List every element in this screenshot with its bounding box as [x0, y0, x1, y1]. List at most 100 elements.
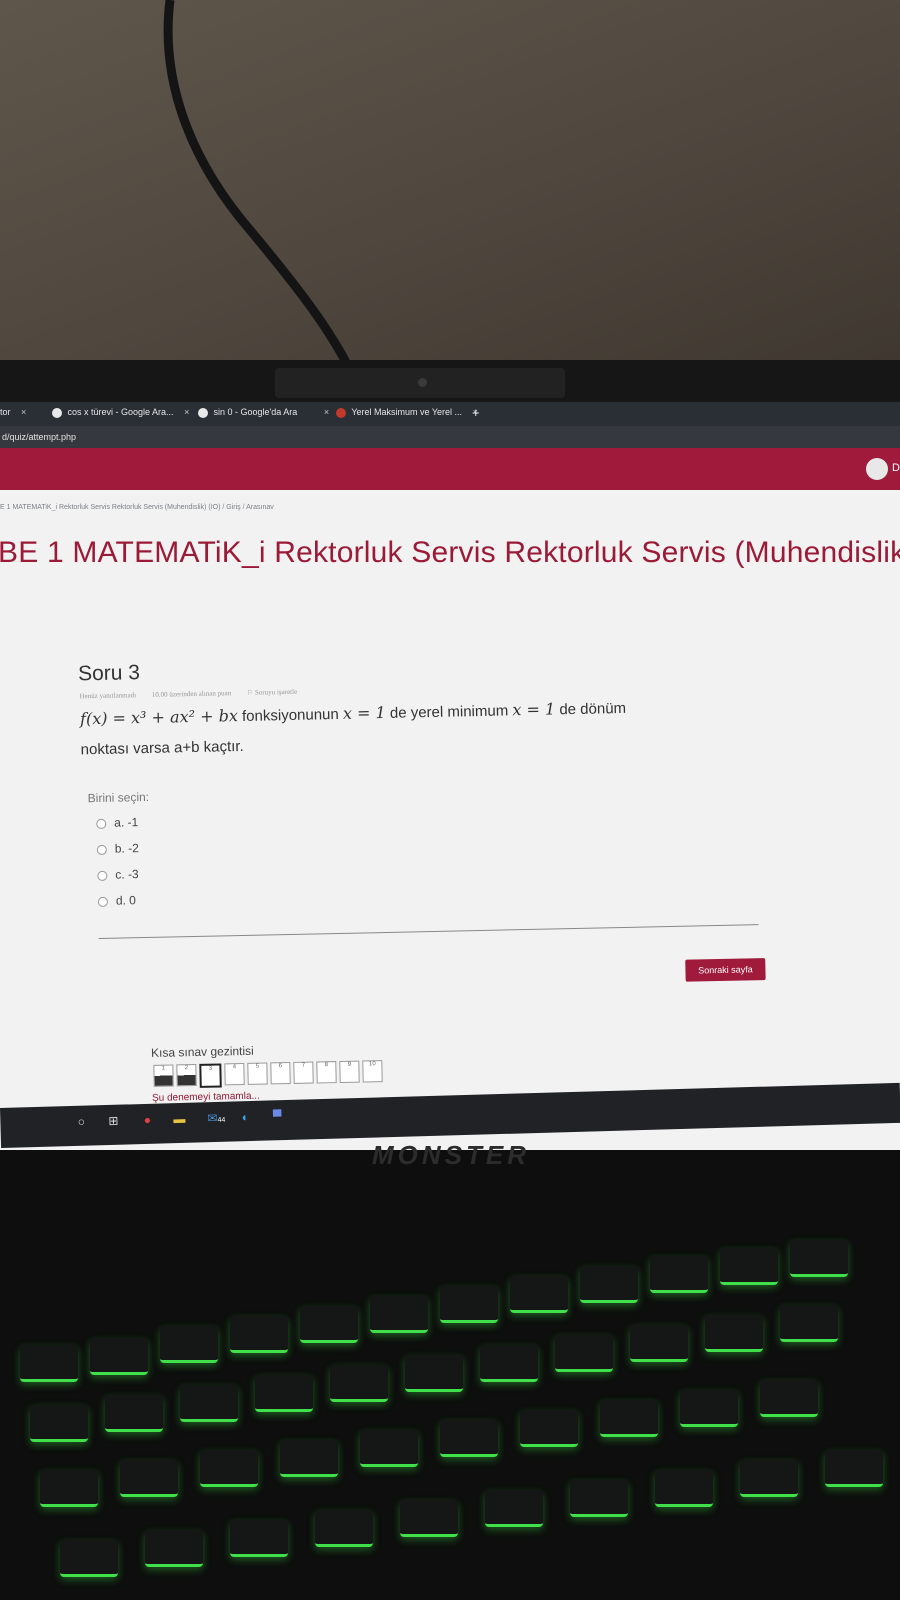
keyboard-key — [680, 1390, 738, 1427]
quiz-nav-button[interactable]: 8 — [316, 1061, 337, 1084]
question-function: f(x) = x³ + ax² + bx — [79, 706, 239, 729]
keyboard-key — [105, 1395, 163, 1432]
keyboard-key — [570, 1480, 628, 1517]
quiz-nav-button[interactable]: 10 — [362, 1060, 383, 1083]
keyboard-key — [655, 1470, 713, 1507]
quiz-content: Soru 3 Henüz yanıtlanmadı 10.00 üzerinde… — [0, 603, 900, 1162]
radio-button[interactable] — [97, 870, 108, 881]
keyboard-key — [370, 1296, 428, 1333]
question-text: f(x) = x³ + ax² + bx fonksiyonunun x = 1… — [80, 691, 741, 766]
keyboard-key — [790, 1240, 848, 1277]
search-icon[interactable]: ○ — [74, 1115, 88, 1129]
user-avatar[interactable] — [866, 458, 888, 480]
quiz-nav-button[interactable]: 3 — [199, 1063, 222, 1088]
keyboard-key — [315, 1510, 373, 1547]
keyboard-key — [400, 1500, 458, 1537]
keyboard-key — [30, 1405, 88, 1442]
keyboard-key — [440, 1420, 498, 1457]
keyboard-key — [230, 1316, 288, 1353]
site-favicon-icon — [336, 407, 346, 418]
keyboard-key — [120, 1460, 178, 1497]
keyboard-key — [650, 1256, 708, 1293]
quiz-navigation-title: Kısa sınav gezintisi — [150, 1043, 254, 1060]
address-bar[interactable]: d/quiz/attempt.php — [0, 426, 900, 448]
keyboard-key — [330, 1365, 388, 1402]
keyboard-key — [20, 1345, 78, 1382]
mail-badge: 44 — [217, 1116, 226, 1124]
task-view-icon[interactable]: ⊞ — [106, 1114, 120, 1128]
question-text-line: noktası varsa a+b kaçtır. — [80, 737, 244, 759]
question-title: Soru 3 — [77, 661, 141, 686]
opera-icon[interactable]: ● — [140, 1113, 154, 1127]
keyboard-key — [230, 1520, 288, 1557]
option-label: b. -2 — [114, 841, 139, 856]
divider — [98, 924, 759, 940]
radio-button[interactable] — [96, 818, 107, 829]
tab-label: tor — [0, 407, 11, 417]
google-icon — [52, 407, 62, 418]
answer-option[interactable]: a. -1 — [96, 815, 138, 830]
breadcrumb-course[interactable]: E 1 MATEMATiK_i Rektorluk Servis Rektorl… — [0, 504, 220, 511]
answer-option[interactable]: c. -3 — [97, 867, 139, 882]
folder-icon[interactable]: ▬ — [172, 1112, 186, 1126]
question-text-part: de yerel minimum — [389, 702, 509, 722]
quiz-navigation: 1 2 3 4 5 6 7 8 9 10 — [153, 1060, 385, 1089]
browser-tab[interactable]: sin 0 - Google'da Ara × — [198, 407, 329, 418]
question-condition: x = 1 — [342, 702, 386, 723]
breadcrumb-separator: / — [222, 504, 225, 511]
question-text-part: de dönüm — [559, 699, 627, 719]
quiz-nav-button[interactable]: 4 — [224, 1062, 245, 1086]
keyboard-key — [255, 1375, 313, 1412]
keyboard-key — [705, 1315, 763, 1352]
question-status: Henüz yanıtlanmadı — [79, 691, 137, 701]
keyboard-key — [480, 1345, 538, 1382]
tab-label: sin 0 - Google'da Ara — [213, 407, 298, 417]
keyboard-key — [740, 1460, 798, 1497]
radio-button[interactable] — [96, 844, 107, 855]
quiz-nav-button[interactable]: 1 — [153, 1064, 174, 1087]
keyboard-key — [720, 1248, 778, 1285]
answer-option[interactable]: b. -2 — [96, 841, 139, 856]
mail-icon[interactable]: ✉44 — [206, 1111, 226, 1126]
breadcrumb-home[interactable]: Giriş — [226, 504, 240, 511]
keyboard-key — [60, 1540, 118, 1577]
webcam-icon — [418, 378, 427, 387]
radio-button[interactable] — [97, 896, 108, 907]
answer-option[interactable]: d. 0 — [97, 893, 137, 908]
tab-close-icon[interactable]: × — [324, 407, 329, 417]
keyboard-key — [555, 1335, 613, 1372]
breadcrumb-section[interactable]: Arasınav — [246, 504, 274, 511]
cable — [163, 0, 355, 373]
tab-close-icon[interactable]: × — [184, 407, 189, 417]
quiz-nav-button[interactable]: 5 — [247, 1062, 268, 1085]
browser-tab[interactable]: Yerel Maksimum ve Yerel ... × — [336, 407, 478, 418]
keyboard-key — [145, 1530, 203, 1567]
keyboard-key — [760, 1380, 818, 1417]
tab-label: Yerel Maksimum ve Yerel ... — [351, 407, 463, 417]
browser-tab[interactable]: cos x türevi - Google Ara... × — [52, 407, 189, 418]
quiz-nav-button[interactable]: 6 — [270, 1062, 291, 1085]
laptop-screen: tor × cos x türevi - Google Ara... × sin… — [0, 402, 900, 1162]
quiz-nav-button[interactable]: 7 — [293, 1061, 314, 1084]
keyboard-key — [180, 1385, 238, 1422]
keyboard-key — [780, 1305, 838, 1342]
keyboard-key — [90, 1338, 148, 1375]
next-page-button[interactable]: Sonraki sayfa — [685, 958, 766, 982]
keyboard-key — [580, 1266, 638, 1303]
option-label: d. 0 — [115, 893, 137, 908]
question-condition: x = 1 — [512, 699, 556, 720]
answer-prompt: Birini seçin: — [87, 789, 150, 806]
flag-question-link[interactable]: ⚐ Soruyu işaretle — [247, 688, 311, 697]
keyboard-key — [40, 1470, 98, 1507]
tab-close-icon[interactable]: × — [21, 407, 26, 417]
quiz-nav-button[interactable]: 9 — [339, 1060, 360, 1083]
keyboard-key — [440, 1286, 498, 1323]
browser-tab[interactable]: tor × — [0, 407, 26, 417]
google-icon — [198, 407, 208, 418]
app-icon[interactable]: ▀ — [270, 1109, 284, 1123]
quiz-nav-button[interactable]: 2 — [176, 1063, 197, 1087]
user-initial: D — [892, 462, 900, 474]
edge-icon[interactable]: ◐ — [238, 1110, 252, 1124]
new-tab-icon[interactable]: + — [472, 405, 480, 420]
question-points: 10.00 üzerinden alınan puan — [151, 689, 232, 699]
